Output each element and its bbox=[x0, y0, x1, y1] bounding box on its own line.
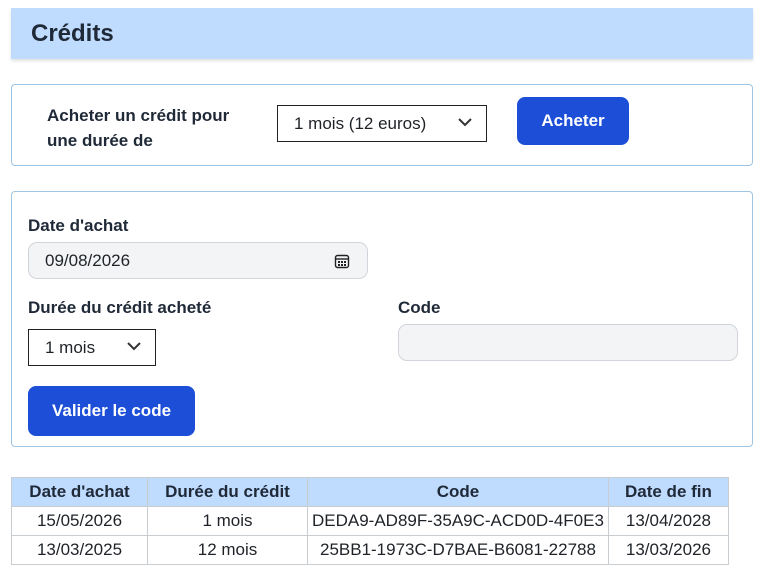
buy-credit-panel: Acheter un crédit pour une durée de 1 mo… bbox=[11, 84, 753, 166]
buy-button[interactable]: Acheter bbox=[517, 97, 629, 145]
credit-duration-select-value: 1 mois (12 euros) bbox=[294, 113, 427, 133]
code-validation-panel: Date d'achat 09/08/2026 Durée du crédit … bbox=[11, 191, 753, 447]
cell-end-date: 13/03/2026 bbox=[607, 535, 729, 565]
column-header-end-date: Date de fin bbox=[607, 477, 729, 507]
table-row: 13/03/2025 12 mois 25BB1-1973C-D7BAE-B60… bbox=[11, 535, 729, 565]
cell-purchase-date: 13/03/2025 bbox=[11, 535, 148, 565]
buy-credit-label: Acheter un crédit pour une durée de bbox=[47, 106, 230, 150]
cell-duration: 1 mois bbox=[147, 506, 308, 536]
calendar-icon[interactable] bbox=[334, 253, 350, 274]
chevron-down-icon bbox=[458, 112, 472, 132]
column-header-code: Code bbox=[307, 477, 609, 507]
cell-purchase-date: 15/05/2026 bbox=[11, 506, 148, 536]
purchased-duration-value: 1 mois bbox=[45, 337, 96, 357]
column-header-purchase-date: Date d'achat bbox=[11, 477, 148, 507]
page-title: Crédits bbox=[31, 20, 114, 47]
credit-duration-label: Durée du crédit acheté bbox=[28, 298, 212, 317]
cell-code: DEDA9-AD89F-35A9C-ACD0D-4F0E3 bbox=[307, 506, 609, 536]
purchase-date-input[interactable]: 09/08/2026 bbox=[28, 242, 368, 279]
cell-duration: 12 mois bbox=[147, 535, 308, 565]
validate-code-button[interactable]: Valider le code bbox=[28, 386, 195, 436]
table-row: 15/05/2026 1 mois DEDA9-AD89F-35A9C-ACD0… bbox=[11, 506, 729, 536]
cell-code: 25BB1-1973C-D7BAE-B6081-22788 bbox=[307, 535, 609, 565]
chevron-down-icon bbox=[127, 336, 141, 356]
purchase-date-value: 09/08/2026 bbox=[45, 250, 131, 270]
cell-end-date: 13/04/2028 bbox=[607, 506, 729, 536]
purchase-date-label: Date d'achat bbox=[28, 216, 129, 235]
column-header-duration: Durée du crédit bbox=[147, 477, 308, 507]
page-header: Crédits bbox=[11, 8, 753, 59]
purchased-duration-select[interactable]: 1 mois bbox=[28, 329, 156, 366]
credits-table: Date d'achat Durée du crédit Code Date d… bbox=[11, 477, 729, 565]
code-label: Code bbox=[398, 298, 441, 317]
code-input[interactable] bbox=[398, 324, 738, 361]
credit-duration-select[interactable]: 1 mois (12 euros) bbox=[277, 105, 487, 142]
table-header-row: Date d'achat Durée du crédit Code Date d… bbox=[11, 477, 729, 507]
